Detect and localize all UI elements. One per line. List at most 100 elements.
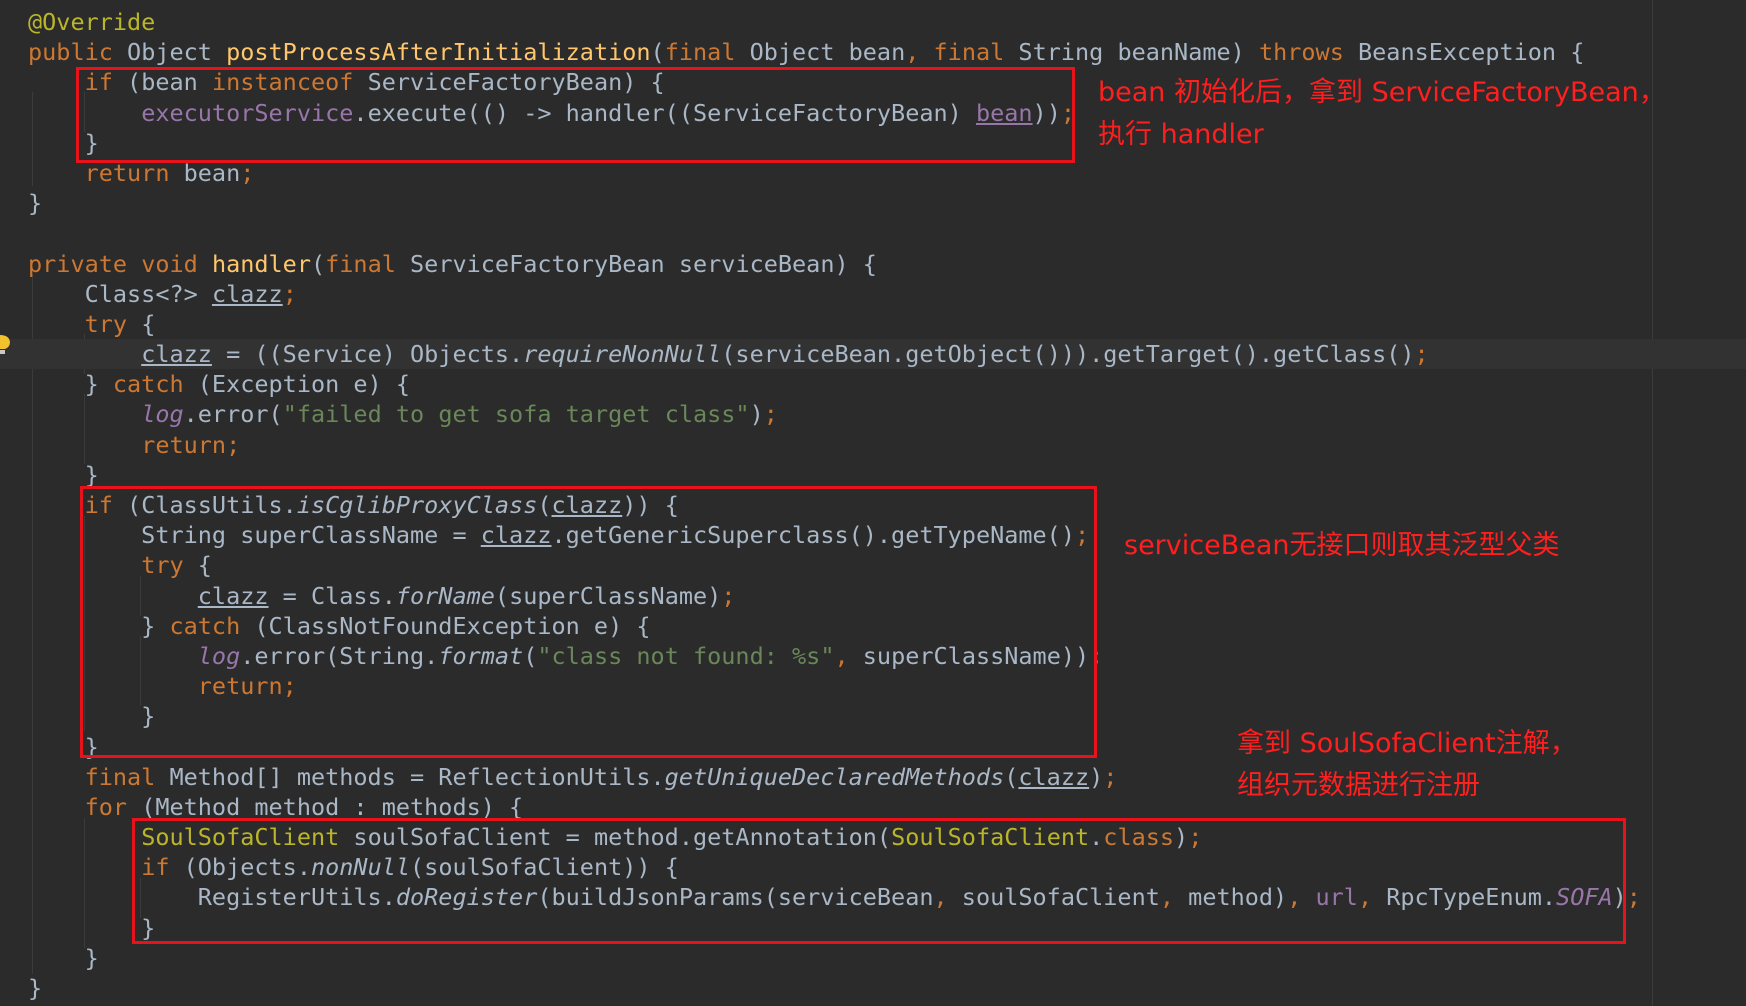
code-line[interactable]: } <box>0 973 1746 1003</box>
code-line[interactable]: Class<?> clazz; <box>0 279 1746 309</box>
code-token: postProcessAfterInitialization <box>226 38 651 67</box>
annotation-handler-note-line1: bean 初始化后，拿到 ServiceFactoryBean， <box>1098 77 1666 108</box>
code-token: ; <box>282 279 297 308</box>
code-token: ; <box>1626 883 1641 912</box>
code-token: bean <box>183 158 241 187</box>
code-token: BeansException { <box>1358 38 1585 67</box>
code-token: for <box>84 792 142 821</box>
code-line[interactable]: try { <box>0 309 1746 339</box>
code-line[interactable]: } <box>0 943 1746 973</box>
code-line-text: } <box>28 943 99 973</box>
code-token: final <box>325 249 411 278</box>
code-token: return <box>84 158 184 187</box>
code-line[interactable]: clazz = ((Service) Objects.requireNonNul… <box>0 339 1746 370</box>
code-line-text: } <box>28 188 42 218</box>
code-token: Class<?> <box>28 279 212 308</box>
code-token: ; <box>763 400 778 429</box>
code-token: { <box>141 309 156 338</box>
code-line[interactable]: log.error("failed to get sofa target cla… <box>0 399 1746 429</box>
code-token: catch <box>112 370 198 399</box>
code-token: } <box>28 974 43 1002</box>
code-token: throws <box>1258 38 1358 67</box>
code-token: handler <box>211 249 311 278</box>
code-line-text: return; <box>28 430 240 460</box>
code-token: ) <box>749 400 764 429</box>
code-token: Object <box>127 38 227 67</box>
code-token: log <box>141 400 184 429</box>
code-line[interactable]: return; <box>0 430 1746 460</box>
code-token: try <box>84 309 142 338</box>
code-token: .error( <box>183 400 283 429</box>
code-token: ( <box>1004 762 1019 791</box>
code-line[interactable] <box>0 218 1746 248</box>
code-token: Object bean <box>749 38 906 67</box>
code-token: String beanName) <box>1018 38 1259 67</box>
code-token: private <box>28 249 142 278</box>
code-token: public <box>28 38 128 67</box>
code-token: return; <box>141 430 241 459</box>
annotation-register-note: 拿到 SoulSofaClient注解， 组织元数据进行注册 <box>1237 723 1577 807</box>
code-line[interactable]: } catch (Exception e) { <box>0 369 1746 399</box>
code-token: ; <box>1414 340 1429 369</box>
code-line[interactable]: } <box>0 188 1746 218</box>
code-token: (Method method : methods) { <box>141 792 524 821</box>
code-line[interactable]: private void handler(final ServiceFactor… <box>0 249 1746 279</box>
code-token: final <box>84 762 170 791</box>
code-token: Method[] methods = ReflectionUtils. <box>169 762 665 791</box>
code-token: clazz <box>211 279 283 308</box>
code-line-text: final Method[] methods = ReflectionUtils… <box>28 762 1118 792</box>
code-token: ServiceFactoryBean serviceBean) { <box>410 249 877 278</box>
code-token: (serviceBean.getObject())).getTarget().g… <box>721 340 1415 369</box>
code-token: ( <box>650 38 665 67</box>
code-token: final <box>933 38 1019 67</box>
code-line-text: } <box>28 973 42 1003</box>
code-line[interactable]: @Override <box>0 7 1746 37</box>
annotation-register-note-line1: 拿到 SoulSofaClient注解， <box>1237 728 1577 759</box>
code-token: } <box>28 370 113 399</box>
code-token: ( <box>310 249 326 278</box>
annotation-superclass-note-line1: serviceBean无接口则取其泛型父类 <box>1124 530 1560 561</box>
code-token: = ((Service) Objects. <box>211 340 524 369</box>
code-line-text: try { <box>28 309 156 339</box>
code-line-text: Class<?> clazz; <box>28 279 297 309</box>
code-line[interactable]: public Object postProcessAfterInitializa… <box>0 37 1746 67</box>
code-token: clazz <box>141 340 212 369</box>
callout-box-register-annotation <box>132 818 1626 944</box>
code-editor[interactable]: @Override public Object postProcessAfterI… <box>0 0 1746 1006</box>
code-token: (Exception e) { <box>197 370 411 399</box>
code-token: final <box>664 38 750 67</box>
intention-bulb-icon[interactable] <box>0 333 11 355</box>
code-token: } <box>28 189 43 218</box>
code-token: } <box>28 943 99 972</box>
code-token: void <box>141 249 212 278</box>
code-line-text: clazz = ((Service) Objects.requireNonNul… <box>28 339 1429 369</box>
annotation-superclass-note: serviceBean无接口则取其泛型父类 <box>1124 525 1560 567</box>
code-line-text: private void handler(final ServiceFactor… <box>28 249 877 279</box>
code-token: ; <box>240 158 255 187</box>
callout-box-instanceof-check <box>76 67 1075 163</box>
code-line-text: } catch (Exception e) { <box>28 369 410 399</box>
code-token: "failed to get sofa target class" <box>282 400 750 429</box>
callout-box-cglib-proxy <box>80 486 1097 758</box>
code-line-text: public Object postProcessAfterInitializa… <box>28 37 1584 67</box>
code-line-text: @Override <box>28 7 155 37</box>
code-token: getUniqueDeclaredMethods <box>664 762 1005 791</box>
code-token: clazz <box>1018 762 1090 791</box>
code-line-text: log.error("failed to get sofa target cla… <box>28 399 778 429</box>
code-token: requireNonNull <box>523 340 722 369</box>
annotation-handler-note: bean 初始化后，拿到 ServiceFactoryBean， 执行 hand… <box>1098 72 1666 156</box>
code-token: ; <box>1103 762 1118 791</box>
code-token: , <box>905 38 934 67</box>
code-token: } <box>28 460 99 489</box>
code-token: @Override <box>28 8 156 36</box>
annotation-handler-note-line2: 执行 handler <box>1098 119 1264 150</box>
